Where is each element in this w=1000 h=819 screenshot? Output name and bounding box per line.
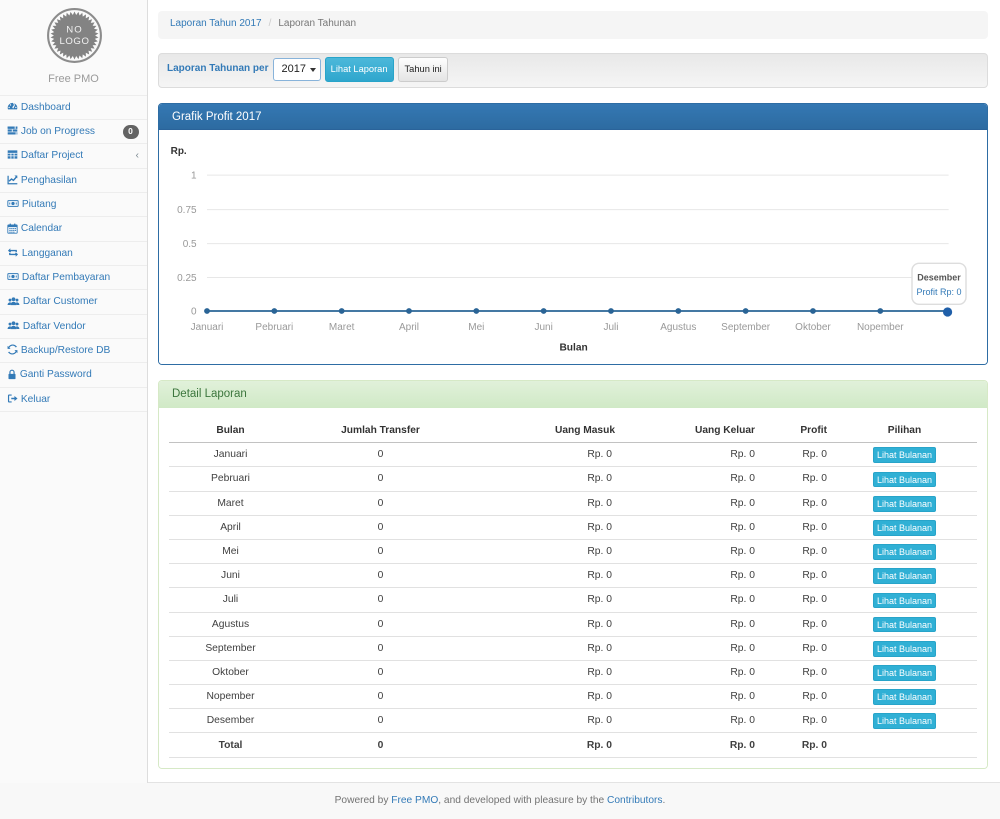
svg-text:Desember: Desember: [917, 272, 961, 282]
svg-text:April: April: [399, 322, 419, 333]
svg-text:Juli: Juli: [603, 322, 618, 333]
svg-text:0.75: 0.75: [177, 205, 197, 216]
svg-text:Profit Rp: 0: Profit Rp: 0: [916, 286, 961, 296]
svg-text:Bulan: Bulan: [559, 342, 587, 353]
svg-text:Agustus: Agustus: [660, 322, 696, 333]
svg-text:Mei: Mei: [468, 322, 484, 333]
svg-text:0.5: 0.5: [183, 239, 197, 250]
svg-text:Pebruari: Pebruari: [255, 322, 293, 333]
svg-text:Juni: Juni: [534, 322, 552, 333]
svg-text:September: September: [721, 322, 771, 333]
svg-text:0: 0: [191, 306, 197, 317]
svg-text:Rp.: Rp.: [171, 145, 187, 156]
svg-text:Maret: Maret: [329, 322, 355, 333]
svg-text:LOGO: LOGO: [59, 36, 89, 47]
svg-text:Januari: Januari: [191, 322, 224, 333]
svg-text:NO: NO: [66, 25, 82, 36]
svg-text:Nopember: Nopember: [857, 322, 904, 333]
svg-text:0.25: 0.25: [177, 273, 197, 284]
svg-text:1: 1: [191, 170, 197, 181]
svg-text:Oktober: Oktober: [795, 322, 831, 333]
